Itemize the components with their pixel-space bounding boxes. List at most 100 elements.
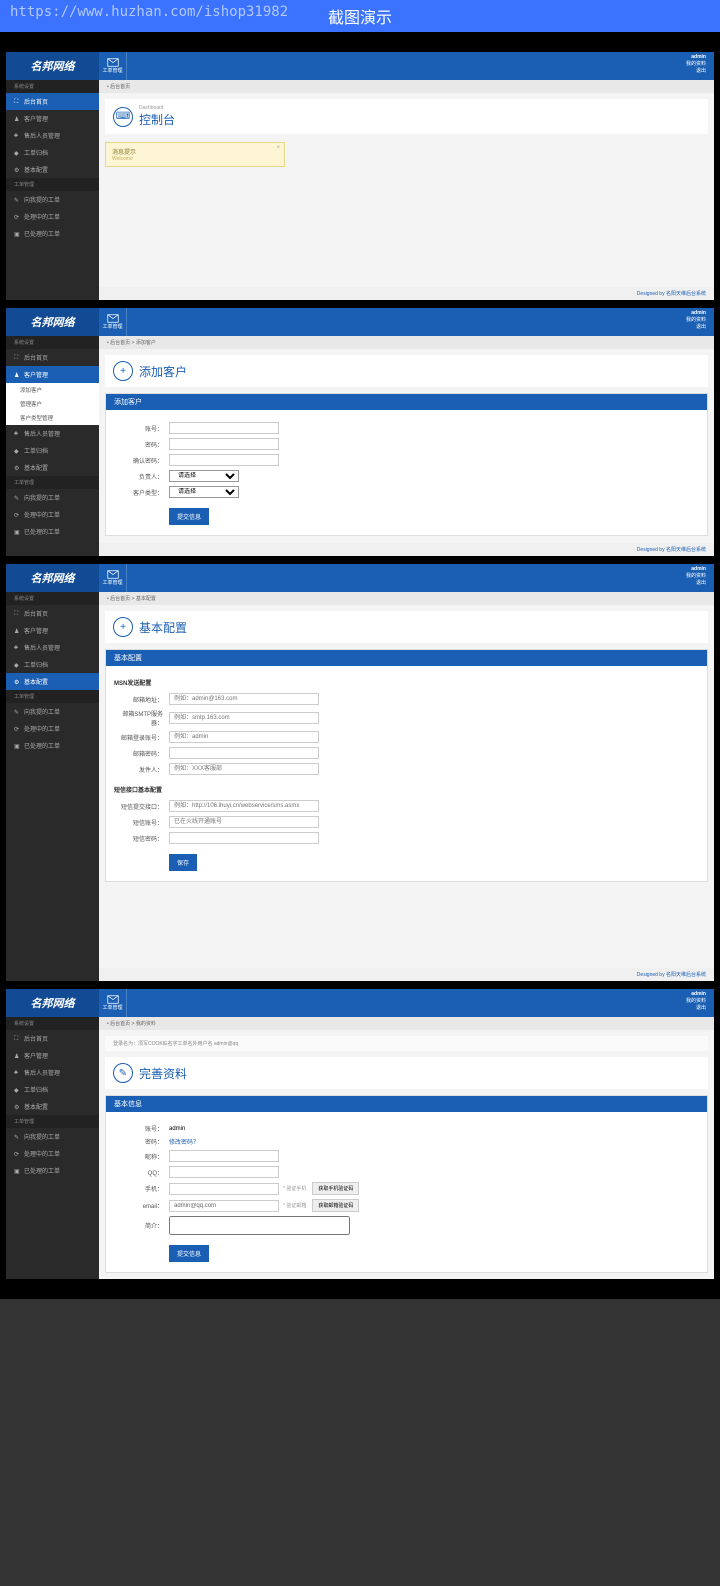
label-sms-api: 短信提交接口： [114,802,169,811]
input-nick[interactable] [169,1150,279,1162]
nav-staff[interactable]: ♣售后人员管理 [6,127,99,144]
user-menu[interactable]: admin我的资料退出 [678,564,714,592]
nav-archive[interactable]: ◆工单归档 [6,144,99,161]
input-confirm[interactable] [169,454,279,466]
save-button[interactable]: 保存 [169,854,197,871]
nav-header: 系统设置 [6,592,99,605]
page-subtitle: Dashboard [139,105,175,111]
label-mail-user: 邮箱登录账号： [114,733,169,742]
nav-archive[interactable]: ◆工单归档 [6,442,99,459]
nav-config[interactable]: ⚙基本配置 [6,673,99,690]
submit-button[interactable]: 提交信息 [169,508,209,525]
nav-t1[interactable]: ✎向我提的工单 [6,191,99,208]
nav-archive[interactable]: ◆工单归档 [6,1081,99,1098]
plus-icon: + [113,361,133,381]
input-phone[interactable] [169,1183,279,1195]
logo[interactable]: 名邦网络 [6,564,99,592]
get-phone-code-button[interactable]: 获取手机验证码 [312,1182,359,1195]
logout-link[interactable]: 退出 [686,68,706,75]
nav-t1[interactable]: ✎向我提的工单 [6,1128,99,1145]
nav-t2[interactable]: ⟳处理中的工单 [6,208,99,225]
user-menu[interactable]: admin 我的资料 退出 [678,52,714,80]
nav-staff[interactable]: ♣售后人员管理 [6,425,99,442]
input-mail-pwd[interactable] [169,747,319,759]
mail-label: 工单管理 [102,67,122,74]
sidebar: 系统设置 ⛶后台首页 ♟客户管理 ♣售后人员管理 ◆工单归档 ⚙基本配置 工单管… [6,1017,99,1279]
app-4: 名邦网络 工单管理 admin我的资料退出 系统设置 ⛶后台首页 ♟客户管理 ♣… [6,989,714,1279]
label-mail-addr: 邮箱地址： [114,695,169,704]
input-mail-addr[interactable] [169,693,319,705]
input-bio[interactable] [169,1216,350,1235]
mail-tab[interactable]: 工单管理 [99,564,127,592]
section-msn: MSN发送配置 [114,678,699,687]
nav-t1[interactable]: ✎向我提的工单 [6,703,99,720]
nav-t1[interactable]: ✎向我提的工单 [6,489,99,506]
profile-link[interactable]: 我的资料 [686,61,706,68]
user-menu[interactable]: admin我的资料退出 [678,989,714,1017]
nav-customer[interactable]: ♟客户管理 [6,622,99,639]
input-account[interactable] [169,422,279,434]
input-mail-user[interactable] [169,731,319,743]
nav-t2[interactable]: ⟳处理中的工单 [6,1145,99,1162]
nav-t3[interactable]: ▣已处理的工单 [6,737,99,754]
logo[interactable]: 名邦网络 [6,52,99,80]
nav-config[interactable]: ⚙基本配置 [6,1098,99,1115]
nav-config[interactable]: ⚙基本配置 [6,161,99,178]
nav-staff[interactable]: ♣售后人员管理 [6,639,99,656]
select-owner[interactable]: 请选择 [169,470,239,482]
panel-header: 基本信息 [106,1096,707,1112]
nav-t2[interactable]: ⟳处理中的工单 [6,720,99,737]
nav-header2: 工单管理 [6,476,99,489]
user-menu[interactable]: admin我的资料退出 [678,308,714,336]
app-3: 名邦网络 工单管理 admin我的资料退出 系统设置 ⛶后台首页 ♟客户管理 ♣… [6,564,714,981]
input-email[interactable] [169,1200,279,1212]
nav-dashboard[interactable]: ⛶后台首页 [6,605,99,622]
logo[interactable]: 名邦网络 [6,308,99,336]
home-icon: ⛶ [14,99,20,105]
footer: Designed by 名阳天维后台系统 [99,287,714,300]
nav-customer[interactable]: ♟客户管理 [6,1047,99,1064]
input-sms-pwd[interactable] [169,832,319,844]
input-password[interactable] [169,438,279,450]
mail-tab[interactable]: 工单管理 [99,52,127,80]
input-qq[interactable] [169,1166,279,1178]
input-sms-api[interactable] [169,800,319,812]
nav-customer[interactable]: ♟客户管理 [6,110,99,127]
nav-dashboard[interactable]: ⛶后台首页 [6,93,99,110]
nav-t3[interactable]: ▣已处理的工单 [6,523,99,540]
nav-header: 系统设置 [6,80,99,93]
nav-sub-type[interactable]: 客户类型管理 [6,411,99,425]
config-panel: 基本配置 MSN发送配置 邮箱地址： 邮箱SMTP服务器： 邮箱登录账号： 邮箱… [105,649,708,882]
panel-header: 添加客户 [106,394,707,410]
nav-dashboard[interactable]: ⛶后台首页 [6,349,99,366]
nav-header2: 工单管理 [6,690,99,703]
mail-icon [107,995,119,1004]
input-sms-user[interactable] [169,816,319,828]
nav-config[interactable]: ⚙基本配置 [6,459,99,476]
nav-customer[interactable]: ♟客户管理 [6,366,99,383]
mail-tab[interactable]: 工单管理 [99,989,127,1017]
input-smtp[interactable] [169,712,319,724]
nav-t2[interactable]: ⟳处理中的工单 [6,506,99,523]
nav-dashboard[interactable]: ⛶后台首页 [6,1030,99,1047]
label-account: 账号： [114,1124,169,1133]
page-header: + 基本配置 [105,611,708,643]
get-email-code-button[interactable]: 获取邮箱验证码 [312,1199,359,1212]
alert-title: 消息提示 [112,147,278,156]
submit-button[interactable]: 提交信息 [169,1245,209,1262]
change-password-link[interactable]: 修改密码？ [169,1137,199,1146]
nav-archive[interactable]: ◆工单归档 [6,656,99,673]
nav-sub-manage[interactable]: 管理客户 [6,397,99,411]
nav-sub-add[interactable]: 添加客户 [6,383,99,397]
nav-header2: 工单管理 [6,178,99,191]
logo[interactable]: 名邦网络 [6,989,99,1017]
mail-tab[interactable]: 工单管理 [99,308,127,336]
close-icon[interactable]: × [276,145,280,151]
nav-t3[interactable]: ▣已处理的工单 [6,225,99,242]
input-sender[interactable] [169,763,319,775]
select-type[interactable]: 请选择 [169,486,239,498]
footer-link[interactable]: 名阳天维后台系统 [666,291,706,297]
breadcrumb: • 后台首页 [99,80,714,93]
nav-t3[interactable]: ▣已处理的工单 [6,1162,99,1179]
nav-staff[interactable]: ♣售后人员管理 [6,1064,99,1081]
